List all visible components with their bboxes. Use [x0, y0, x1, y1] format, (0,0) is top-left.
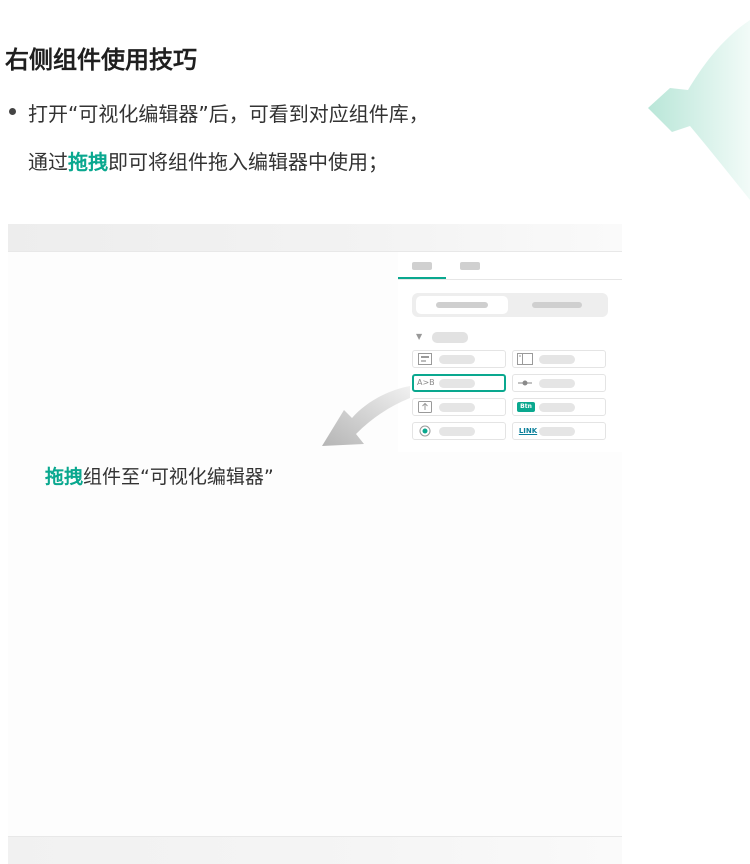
editor-bottom-bar [8, 836, 622, 864]
tip-highlight-drag: 拖拽 [68, 150, 108, 174]
upload-icon [417, 401, 433, 413]
form-icon [417, 353, 433, 365]
component-panel-tabs [398, 252, 622, 280]
bullet-dot [9, 108, 16, 115]
component-label-placeholder [439, 379, 475, 388]
component-panel: ▼ A>B Btn LINK [398, 252, 622, 452]
slider-icon [517, 377, 533, 389]
component-label-placeholder [539, 379, 575, 388]
radio-icon [417, 425, 433, 437]
component-item-upload[interactable] [412, 398, 506, 416]
category-switch-active[interactable] [416, 296, 508, 314]
component-item-radio[interactable] [412, 422, 506, 440]
category-switch[interactable] [412, 293, 608, 317]
decorative-arrow-graphic [640, 0, 750, 210]
caret-down-icon[interactable]: ▼ [416, 332, 422, 341]
button-icon: Btn [517, 402, 535, 412]
drag-arrow-icon [322, 386, 410, 446]
tip-line-2-post: 即可将组件拖入编辑器中使用； [108, 150, 388, 174]
component-label-placeholder [439, 403, 475, 412]
group-title-placeholder [432, 332, 468, 343]
component-label-placeholder [439, 427, 475, 436]
editor-screenshot: ▼ A>B Btn LINK [8, 224, 622, 864]
layout-icon [517, 353, 533, 365]
category-label-placeholder [532, 302, 582, 308]
component-label-placeholder [539, 403, 575, 412]
caption-drag-to-editor: 拖拽组件至“可视化编辑器” [45, 462, 274, 489]
component-label-placeholder [439, 355, 475, 364]
category-label-placeholder [436, 302, 488, 308]
tab-components[interactable] [412, 262, 432, 270]
component-label-placeholder [539, 355, 575, 364]
tip-line-2: 通过拖拽即可将组件拖入编辑器中使用； [28, 146, 388, 175]
component-item-button[interactable]: Btn [512, 398, 606, 416]
active-tab-indicator [398, 277, 446, 279]
component-item-link[interactable]: LINK [512, 422, 606, 440]
component-label-placeholder [539, 427, 575, 436]
tip-line-1: 打开“可视化编辑器”后，可看到对应组件库， [28, 102, 429, 126]
component-item-form[interactable] [412, 350, 506, 368]
caption-highlight-drag: 拖拽 [45, 466, 84, 488]
tip-line-2-pre: 通过 [28, 150, 68, 174]
ab-icon: A>B [417, 378, 435, 387]
editor-top-bar [8, 224, 622, 252]
component-item-layout[interactable] [512, 350, 606, 368]
link-icon: LINK [518, 427, 538, 435]
component-item-ab-selected[interactable]: A>B [412, 374, 506, 392]
tab-templates[interactable] [460, 262, 480, 270]
page-title: 右侧组件使用技巧 [5, 46, 197, 74]
caption-rest: 组件至“可视化编辑器” [83, 466, 274, 488]
component-item-slider[interactable] [512, 374, 606, 392]
